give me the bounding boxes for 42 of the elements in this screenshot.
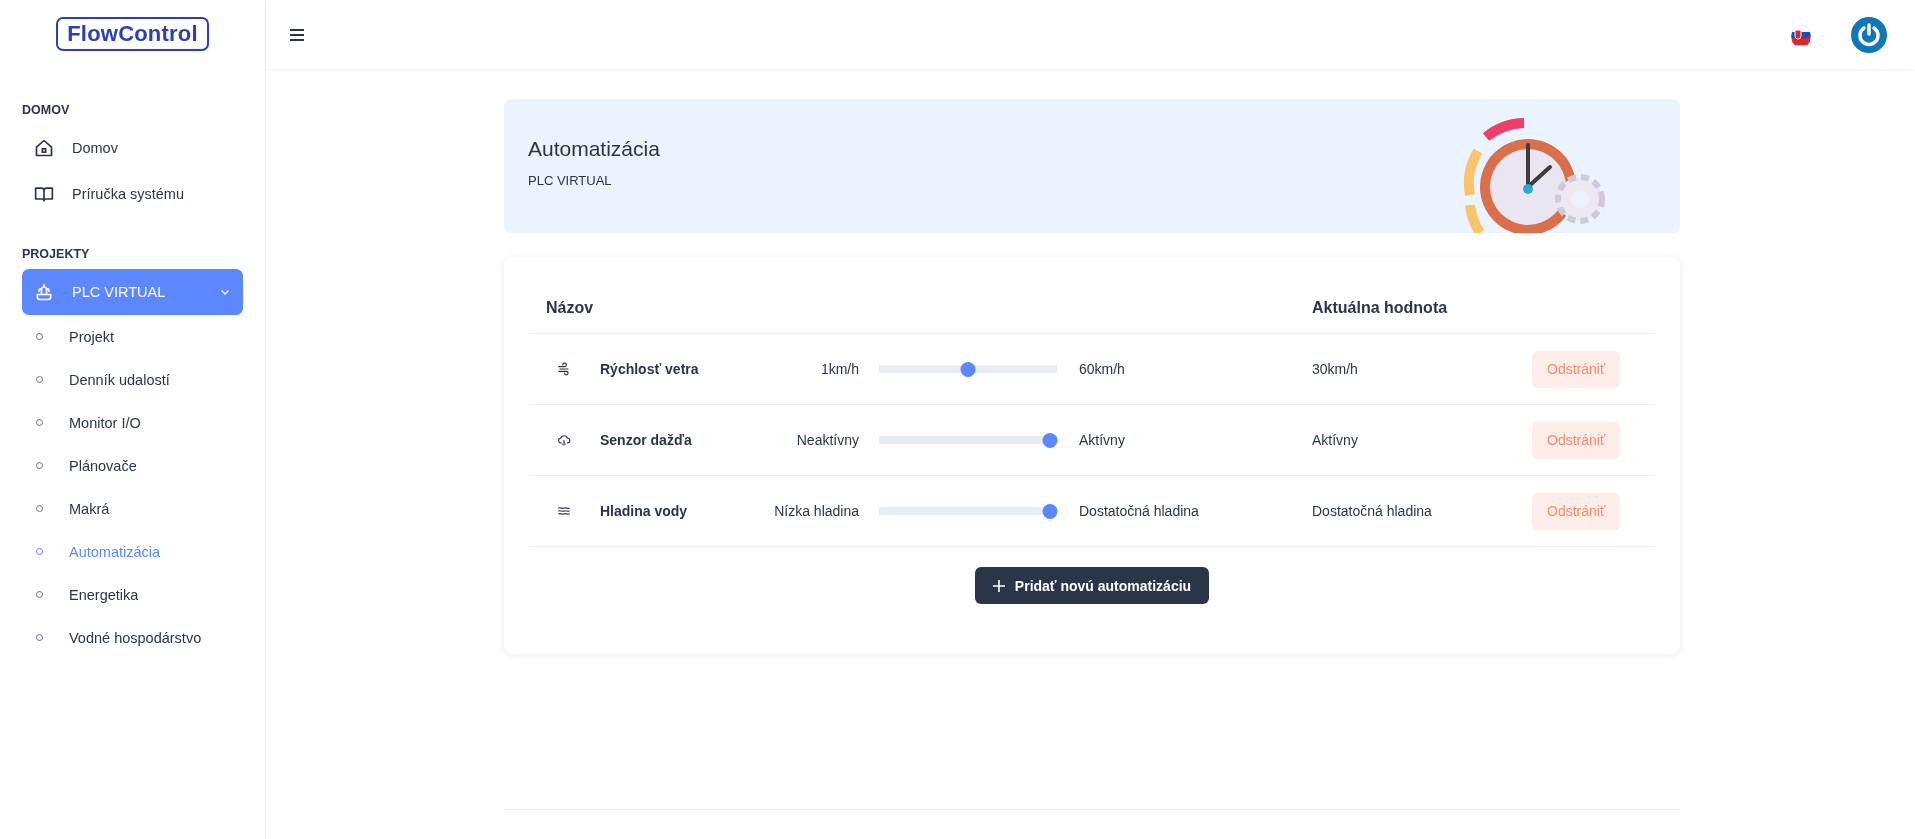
current-value: Aktívny <box>1312 432 1359 448</box>
waves-icon <box>557 504 571 518</box>
plus-icon <box>992 579 1005 592</box>
page-subtitle: PLC VIRTUAL <box>528 172 613 188</box>
sidebar-subitem[interactable]: Projekt <box>22 315 243 358</box>
flag-icon[interactable] <box>1791 24 1811 45</box>
sidebar-item[interactable]: Príručka systému <box>22 171 243 217</box>
wind-icon <box>557 362 571 376</box>
page-title: Automatizácia <box>528 136 661 161</box>
min-label: Neaktívny <box>795 432 859 448</box>
current-value: 30km/h <box>1312 361 1359 377</box>
sidebar-subitem[interactable]: Energetika <box>22 573 243 616</box>
book-icon <box>34 184 54 204</box>
column-header: Aktuálna hodnota <box>1312 299 1449 317</box>
min-label: 1km/h <box>819 361 859 377</box>
section-heading: PROJEKTY <box>22 247 91 261</box>
automation-name: Rýchlosť vetra <box>600 361 700 377</box>
sidebar-subitem[interactable]: Monitor I/O <box>22 401 243 444</box>
menu-icon[interactable] <box>288 27 306 42</box>
sidebar-subitem[interactable]: Plánovače <box>22 444 243 487</box>
max-label: Dostatočná hladina <box>1079 503 1200 519</box>
home-icon <box>34 138 54 158</box>
cloud-rain-icon <box>557 433 571 447</box>
sidebar-subitem[interactable]: Vodné hospodárstvo <box>22 616 243 659</box>
slider-thumb[interactable] <box>1042 432 1057 448</box>
sidebar-subitem[interactable]: Denník udalostí <box>22 358 243 401</box>
max-label: Aktívny <box>1079 432 1126 448</box>
column-header: Názov <box>545 299 595 317</box>
min-label: Nízka hladina <box>773 503 859 519</box>
power-icon[interactable] <box>1851 16 1887 53</box>
automation-name: Senzor dažďa <box>600 432 693 448</box>
fountain-icon <box>34 282 54 302</box>
logo[interactable]: FlowControl <box>56 17 209 51</box>
slider-thumb[interactable] <box>1042 503 1057 519</box>
slider-thumb[interactable] <box>960 361 976 377</box>
automation-name: Hladina vody <box>600 503 689 519</box>
add-automation-button[interactable]: Pridať novú automatizáciu <box>974 567 1210 604</box>
section-heading: DOMOV <box>22 103 71 117</box>
current-value: Dostatočná hladina <box>1312 503 1433 519</box>
sidebar-subitem[interactable]: Makrá <box>22 487 243 530</box>
max-label: 60km/h <box>1079 361 1126 377</box>
sidebar-item[interactable]: Domov <box>22 125 243 171</box>
